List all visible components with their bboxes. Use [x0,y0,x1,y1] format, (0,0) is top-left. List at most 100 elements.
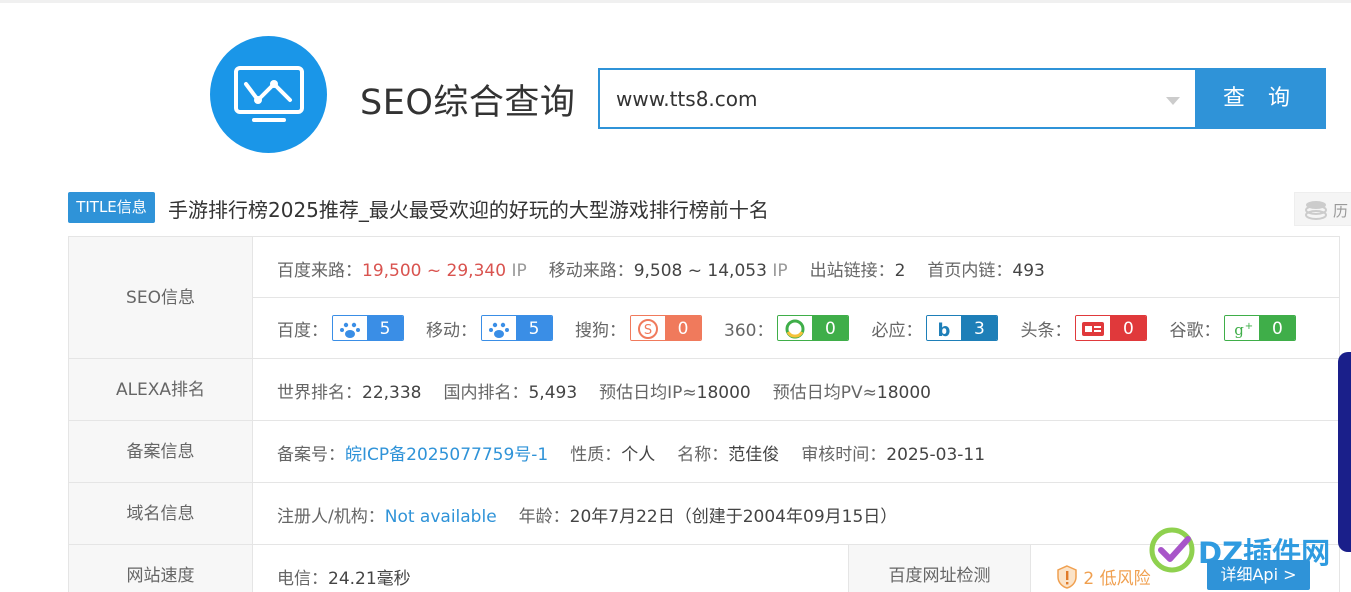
risk-indicator[interactable]: 2 低风险 [1056,564,1151,589]
chevron-down-icon[interactable] [1166,97,1180,105]
icp-nature-value: 个人 [621,445,656,465]
engine-weight-value: 0 [1259,316,1296,340]
history-button[interactable]: 历 [1294,192,1351,226]
world-rank-value: 22,338 [362,383,422,403]
engine-weight-value: 5 [367,316,403,340]
domestic-rank-label: 国内排名： [443,383,529,403]
speed-line: 电信：24.21毫秒 [277,564,411,589]
seo-label: SEO信息 [69,237,253,358]
search-input[interactable] [616,84,1136,114]
engine-weight-item: 百度： 5 [277,315,404,341]
shield-warning-icon [1057,565,1077,589]
seo-traffic-line: 百度来路：19,500 ~ 29,340 IP 移动来路：9,508 ~ 14,0… [277,256,1045,281]
page-title: SEO综合查询 [360,83,576,123]
baidu-traffic-value: 19,500 ~ 29,340 [362,261,507,281]
svg-text:+: + [1245,321,1253,332]
toutiao-icon [1076,316,1111,340]
engine-weight-badge[interactable]: 0 [1075,315,1148,341]
alexa-line: 世界排名：22,338 国内排名：5,493 预估日均IP≈18000 预估日均PV≈… [277,378,931,403]
engine-weight-value: 5 [516,316,552,340]
baidu-paw-icon [333,316,367,340]
daily-pv-value: 18000 [876,383,931,403]
engine-weight-item: 必应： b 3 [871,315,999,341]
engine-label: 360： [724,320,774,341]
engine-weight-item: 谷歌： g +0 [1169,315,1297,341]
ip-unit: IP [772,261,788,281]
mobile-traffic-label: 移动来路： [548,261,634,281]
alexa-label: ALEXA排名 [69,359,253,420]
engine-weight-item: 头条： 0 [1020,315,1148,341]
engine-weight-value: 0 [812,316,849,340]
domain-label: 域名信息 [69,483,253,544]
360-icon [778,316,813,340]
engine-label: 搜狗： [575,320,626,341]
seo-logo[interactable] [210,36,327,153]
sogou-icon: S [631,316,665,340]
age-label: 年龄： [518,507,570,527]
icp-audit-label: 审核时间： [801,445,887,465]
outlinks-value[interactable]: 2 [895,261,906,281]
inlinks-value[interactable]: 493 [1012,261,1044,281]
speed-label: 网站速度 [69,545,253,592]
baidu-mobile-paw-icon [482,316,516,340]
engine-weight-badge[interactable]: 5 [481,315,553,341]
engine-weight-value: 0 [1110,316,1147,340]
icp-nature-label: 性质： [570,445,622,465]
search-box[interactable] [598,68,1196,129]
engine-weight-item: 搜狗： S 0 [575,315,702,341]
info-table: SEO信息 百度来路：19,500 ~ 29,340 IP 移动来路：9,508 … [68,236,1340,592]
title-info-badge: TITLE信息 [68,192,155,223]
engine-weight-badge[interactable]: b3 [926,315,999,341]
engine-label: 必应： [871,320,923,341]
engine-weight-badge[interactable]: 5 [332,315,404,341]
history-label: 历 [1333,202,1349,220]
daily-ip-value: 18000 [696,383,751,403]
monitor-chart-icon [234,66,304,122]
mobile-traffic-value: 9,508 ~ 14,053 [633,261,767,281]
ip-unit: IP [511,261,527,281]
icp-number-label: 备案号： [277,445,345,465]
seo-divider [253,297,1339,298]
engine-weight-item: 移动： 5 [426,315,553,341]
icp-label: 备案信息 [69,421,253,482]
telecom-value: 24.21毫秒 [328,569,411,589]
daily-pv-label: 预估日均PV≈ [772,383,877,403]
inlinks-label: 首页内链： [927,261,1013,281]
icp-line: 备案号：皖ICP备2025077759号-1 性质：个人 名称：范佳俊 审核时间：20… [277,440,985,465]
engine-weight-badge[interactable]: S0 [630,315,702,341]
alexa-row: ALEXA排名 世界排名：22,338 国内排名：5,493 预估日均IP≈1800… [68,359,1340,421]
registrant-label: 注册人/机构： [277,507,385,527]
title-info-text: 手游排行榜2025推荐_最火最受欢迎的好玩的大型游戏排行榜前十名 [168,198,769,222]
bing-icon: b [927,316,962,341]
engine-weight-item: 360： 0 [724,315,850,341]
age-value: 20年7月22日（创建于2004年09月15日） [569,507,898,527]
engine-weights-line: 百度： 5 移动： 5 搜狗： S 0 360： 0 必应： b 3 头条： 0 谷歌： g +0 [277,315,1297,341]
baidu-traffic-label: 百度来路： [277,261,362,281]
check-circle-icon [1149,527,1195,573]
stack-layers-icon [1305,201,1327,220]
domain-line: 注册人/机构：Not available 年龄：20年7月22日（创建于2004年… [277,502,897,527]
engine-label: 移动： [426,320,477,341]
icp-number-link[interactable]: 皖ICP备2025077759号-1 [345,445,548,465]
engine-label: 百度： [277,320,328,341]
side-decoration [1338,352,1351,552]
search-button[interactable]: 查 询 [1195,68,1326,129]
telecom-label: 电信： [277,569,328,589]
engine-weight-badge[interactable]: 0 [777,315,850,341]
world-rank-label: 世界排名： [277,383,362,403]
engine-label: 谷歌： [1169,320,1221,341]
svg-text:g: g [1235,321,1245,339]
detail-api-button[interactable]: 详细Api > [1207,560,1310,590]
icp-name-label: 名称： [677,445,729,465]
registrant-link[interactable]: Not available [385,507,497,527]
seo-row: SEO信息 百度来路：19,500 ~ 29,340 IP 移动来路：9,508 … [68,237,1340,359]
engine-weight-value: 3 [961,316,998,340]
engine-weight-badge[interactable]: g +0 [1224,315,1297,341]
engine-label: 头条： [1020,320,1072,341]
baidu-check-label: 百度网址检测 [848,545,1031,592]
svg-text:b: b [938,320,951,341]
engine-weight-value: 0 [665,316,701,340]
risk-value: 2 低风险 [1083,569,1151,589]
domestic-rank-value: 5,493 [528,383,578,403]
icp-name-value: 范佳俊 [728,445,780,465]
